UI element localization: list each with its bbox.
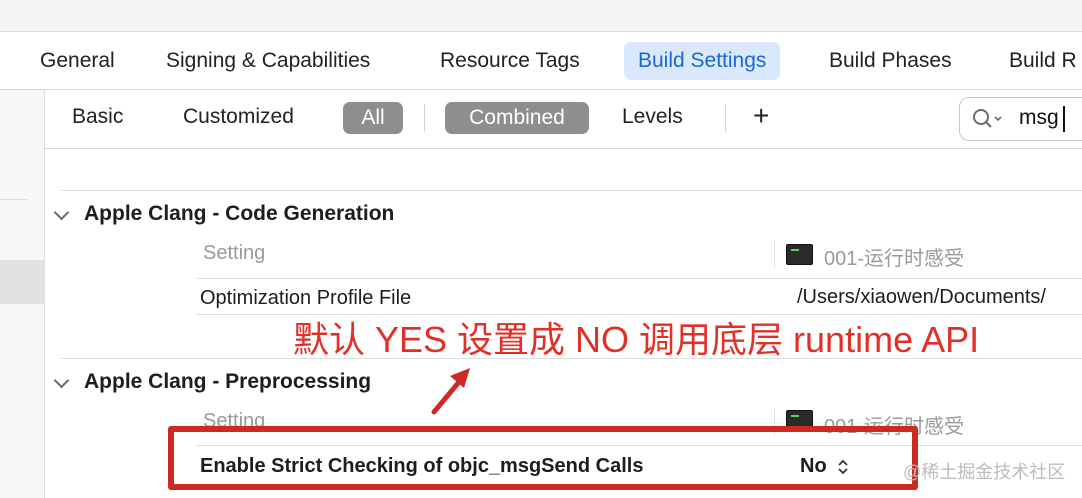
tab-build-settings[interactable]: Build Settings: [624, 42, 781, 80]
annotation-arrow-icon: [431, 368, 470, 415]
annotation-highlight-box: [168, 426, 918, 490]
tab-build-rules[interactable]: Build R: [995, 42, 1082, 80]
setting-value-optimization-profile[interactable]: /Users/xiaowen/Documents/: [797, 286, 1046, 309]
window-top-strip: [0, 0, 1082, 32]
editor-tab-bar: General Signing & Capabilities Resource …: [0, 32, 1082, 90]
add-setting-button[interactable]: +: [753, 100, 769, 132]
filter-separator: [424, 104, 425, 132]
sidebar-selected-target[interactable]: [0, 260, 44, 304]
column-divider: [774, 240, 775, 268]
section-divider: [61, 190, 1082, 191]
chevron-down-icon[interactable]: [53, 204, 70, 221]
column-header-target: 001-运行时感受: [824, 248, 965, 270]
watermark: @稀土掘金技术社区: [903, 462, 1066, 482]
filter-basic[interactable]: Basic: [72, 105, 123, 129]
search-input-value[interactable]: msg: [1019, 106, 1059, 130]
search-icon[interactable]: [972, 108, 1006, 130]
sidebar-divider: [0, 199, 27, 200]
tab-signing-capabilities[interactable]: Signing & Capabilities: [152, 42, 384, 80]
tab-build-phases[interactable]: Build Phases: [815, 42, 966, 80]
column-header-setting: Setting: [203, 242, 266, 264]
setting-name-optimization-profile[interactable]: Optimization Profile File: [200, 287, 411, 310]
tab-resource-tags[interactable]: Resource Tags: [426, 42, 594, 80]
filter-customized[interactable]: Customized: [183, 105, 294, 129]
section-title-code-generation[interactable]: Apple Clang - Code Generation: [84, 202, 394, 226]
filter-all[interactable]: All: [343, 102, 403, 134]
annotation-text: 默认 YES 设置成 NO 调用底层 runtime API: [293, 319, 980, 360]
view-levels[interactable]: Levels: [622, 105, 683, 129]
chevron-down-icon[interactable]: [53, 372, 70, 389]
filter-separator: [725, 104, 726, 132]
text-caret: [1063, 106, 1065, 132]
view-combined[interactable]: Combined: [445, 102, 589, 134]
target-app-icon: [786, 244, 813, 265]
section-title-preprocessing[interactable]: Apple Clang - Preprocessing: [84, 370, 371, 394]
tab-general[interactable]: General: [26, 42, 129, 80]
row-divider: [196, 278, 1082, 279]
